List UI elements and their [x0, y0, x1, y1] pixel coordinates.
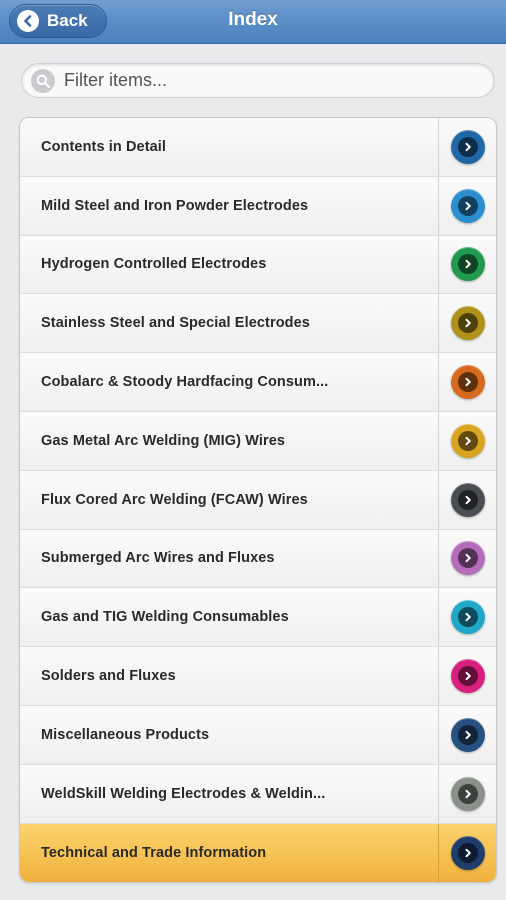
back-button[interactable]: Back [9, 4, 107, 38]
list-item-label: Gas and TIG Welding Consumables [41, 609, 289, 626]
chevron-right-icon[interactable] [450, 776, 485, 811]
list-item-label: Mild Steel and Iron Powder Electrodes [41, 197, 309, 214]
list-item-split [438, 588, 496, 647]
list-item[interactable]: Miscellaneous Products [20, 705, 496, 765]
list-item-split [438, 235, 496, 294]
list-item[interactable]: Solders and Fluxes [20, 647, 496, 706]
list-item-label: Flux Cored Arc Welding (FCAW) Wires [41, 491, 308, 508]
index-list: Contents in Detail Mild Steel and Iron Po… [19, 117, 497, 884]
list-item-label: WeldSkill Welding Electrodes & Weldin... [41, 785, 326, 802]
chevron-right-icon[interactable] [450, 247, 485, 282]
chevron-right-icon[interactable] [450, 835, 485, 870]
chevron-right-icon[interactable] [450, 659, 485, 694]
list-item-split [438, 470, 496, 529]
chevron-right-icon[interactable] [450, 482, 485, 517]
list-item[interactable]: Stainless Steel and Special Electrodes [20, 294, 496, 354]
list-item-label: Contents in Detail [41, 138, 167, 155]
list-item-label: Stainless Steel and Special Electrodes [41, 315, 310, 332]
list-item-label: Miscellaneous Products [41, 726, 210, 743]
list-item-split [438, 529, 496, 588]
list-item-label: Solders and Fluxes [41, 668, 176, 685]
chevron-right-icon[interactable] [450, 188, 485, 223]
list-item[interactable]: Technical and Trade Information [20, 823, 496, 883]
chevron-right-icon[interactable] [450, 600, 485, 635]
chevron-right-icon[interactable] [450, 306, 485, 341]
back-button-label: Back [47, 11, 88, 30]
list-item[interactable]: Gas and TIG Welding Consumables [20, 588, 496, 648]
list-item-label: Cobalarc & Stoody Hardfacing Consum... [41, 374, 329, 391]
list-item-split [438, 353, 496, 411]
list-item[interactable]: Submerged Arc Wires and Fluxes [20, 529, 496, 589]
filter-input[interactable] [64, 70, 464, 91]
chevron-right-icon[interactable] [450, 129, 485, 164]
list-item-split [438, 118, 496, 176]
chevron-right-icon[interactable] [450, 365, 485, 400]
list-item-split [438, 176, 496, 235]
list-item-label: Submerged Arc Wires and Fluxes [41, 550, 275, 567]
search-bar [21, 63, 495, 98]
list-item[interactable]: Mild Steel and Iron Powder Electrodes [20, 176, 496, 236]
header-bar: Back Index [0, 0, 506, 44]
list-item-split [438, 764, 496, 823]
list-item-split [438, 705, 496, 764]
list-item-label: Gas Metal Arc Welding (MIG) Wires [41, 432, 286, 449]
list-item-split [438, 294, 496, 353]
list-item-split [438, 411, 496, 470]
list-item-split [438, 647, 496, 705]
chevron-right-icon[interactable] [450, 423, 485, 458]
list-item[interactable]: Hydrogen Controlled Electrodes [20, 235, 496, 295]
chevron-right-icon[interactable] [450, 541, 485, 576]
list-item-label: Hydrogen Controlled Electrodes [41, 256, 267, 273]
list-item[interactable]: WeldSkill Welding Electrodes & Weldin... [20, 764, 496, 824]
list-item-split [438, 823, 496, 883]
list-item[interactable]: Flux Cored Arc Welding (FCAW) Wires [20, 470, 496, 530]
list-item[interactable]: Gas Metal Arc Welding (MIG) Wires [20, 411, 496, 471]
list-item[interactable]: Contents in Detail [20, 118, 496, 177]
list-item[interactable]: Cobalarc & Stoody Hardfacing Consum... [20, 353, 496, 412]
chevron-right-icon[interactable] [450, 717, 485, 752]
list-item-label: Technical and Trade Information [41, 844, 267, 861]
search-icon [31, 68, 55, 93]
back-arrow-icon [17, 10, 39, 32]
